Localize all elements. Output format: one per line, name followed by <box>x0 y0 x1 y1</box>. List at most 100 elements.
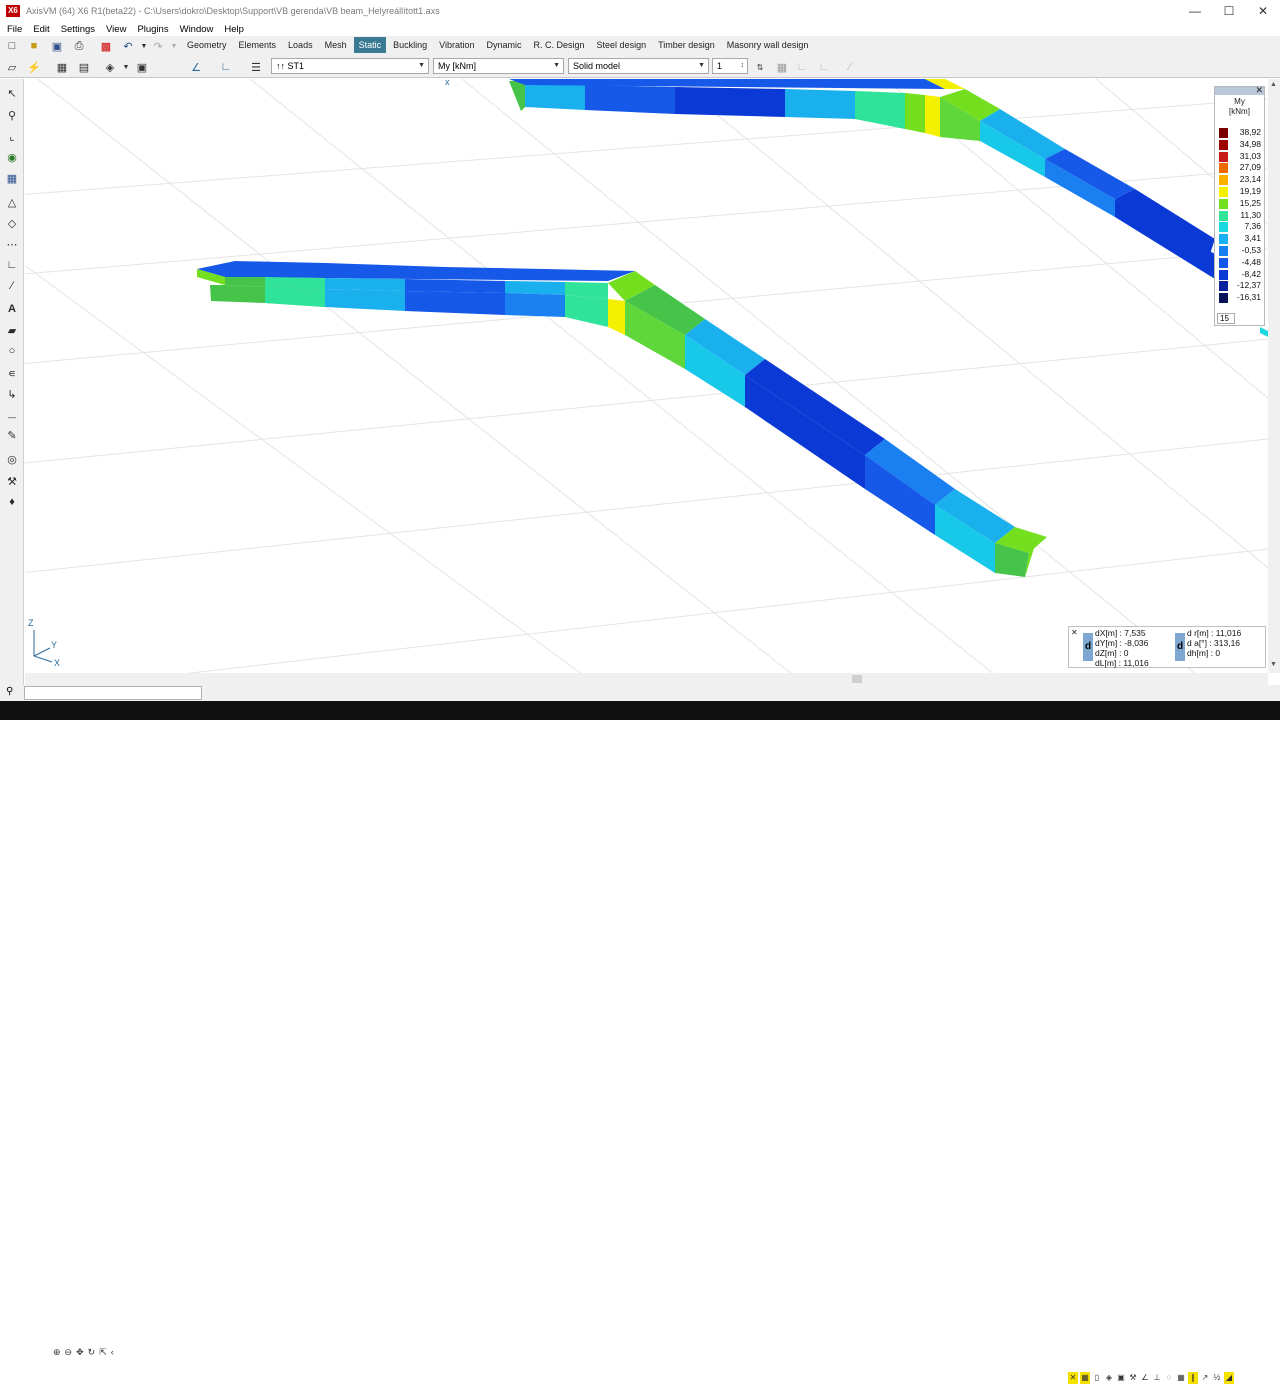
snap-x-icon[interactable]: ✕ <box>1068 1372 1078 1384</box>
zoom-in-icon[interactable]: ⊕ <box>53 1347 61 1358</box>
menu-plugins[interactable]: Plugins <box>137 24 168 35</box>
menu-window[interactable]: Window <box>180 24 214 35</box>
grid-icon[interactable]: ⋯ <box>4 236 20 252</box>
legend-close-icon[interactable]: ✕ <box>1255 85 1263 96</box>
report-icon[interactable]: ▤ <box>76 59 92 75</box>
dimension-icon[interactable]: ∟ <box>4 257 20 273</box>
display-options-icon[interactable]: ◈ <box>102 59 118 75</box>
menu-view[interactable]: View <box>106 24 126 35</box>
print-icon[interactable]: ⎙ <box>71 38 87 54</box>
snap-parallel-icon[interactable]: ∥ <box>1188 1372 1198 1384</box>
snap-corner-icon[interactable]: ◢ <box>1224 1372 1234 1384</box>
wrench-icon[interactable]: ⚒ <box>4 473 20 489</box>
pdf-export-icon[interactable]: ▩ <box>98 38 114 54</box>
snap-node-icon[interactable]: ◈ <box>1104 1372 1114 1384</box>
model-viewport[interactable]: x <box>25 79 1268 673</box>
tab-geometry[interactable]: Geometry <box>182 37 232 53</box>
animation-icon[interactable]: ▦ <box>774 59 790 75</box>
section-plane-icon[interactable]: ∟ <box>816 59 832 75</box>
search-icon[interactable]: ⚲ <box>6 686 13 697</box>
table-icon[interactable]: ▦ <box>54 59 70 75</box>
layer-icon[interactable]: ▱ <box>4 59 20 75</box>
tab-dynamic[interactable]: Dynamic <box>482 37 527 53</box>
rotate-view-icon[interactable]: ◉ <box>4 149 20 165</box>
loadcase-select[interactable]: ↑↑ ST1 ▼ <box>271 58 429 74</box>
menu-settings[interactable]: Settings <box>61 24 95 35</box>
min-max-icon[interactable]: ⇅ <box>752 59 768 75</box>
tab-elements[interactable]: Elements <box>234 37 282 53</box>
tab-timber-design[interactable]: Timber design <box>653 37 720 53</box>
new-file-icon[interactable]: □ <box>4 38 20 54</box>
fit-icon[interactable]: ⇱ <box>99 1347 107 1358</box>
label-icon[interactable]: ▰ <box>4 322 20 338</box>
redo-dropdown-icon[interactable]: ▼ <box>166 38 182 54</box>
tab-rc-design[interactable]: R. C. Design <box>529 37 590 53</box>
layers-icon[interactable]: ▦ <box>4 170 20 186</box>
snap-grid-icon[interactable]: ▦ <box>1080 1372 1090 1384</box>
display-options-dropdown-icon[interactable]: ▼ <box>118 59 134 75</box>
info-icon[interactable]: ♦ <box>4 494 20 510</box>
pointer-icon[interactable]: ↖ <box>4 85 20 101</box>
tab-masonry-wall-design[interactable]: Masonry wall design <box>722 37 814 53</box>
vertical-scrollbar[interactable]: ▲ ▼ <box>1268 79 1280 673</box>
tab-mesh[interactable]: Mesh <box>320 37 352 53</box>
redo-icon[interactable]: ↷ <box>150 38 166 54</box>
pencil-icon[interactable]: ✎ <box>4 427 20 443</box>
scroll-up-icon[interactable]: ▲ <box>1270 81 1277 88</box>
section-line-icon[interactable]: ∟ <box>794 59 810 75</box>
measure-icon[interactable]: ∕ <box>4 278 20 294</box>
legend-step-field[interactable]: 15 <box>1217 313 1235 324</box>
tab-loads[interactable]: Loads <box>283 37 318 53</box>
scroll-left-icon[interactable]: ‹ <box>111 1347 114 1358</box>
binoculars-icon[interactable]: ◎ <box>4 451 20 467</box>
connect-icon[interactable]: ↳ <box>4 386 20 402</box>
list-icon[interactable]: ☰ <box>248 59 264 75</box>
snap-arrow-icon[interactable]: ↗ <box>1200 1372 1210 1384</box>
segment-icon[interactable]: ∕ <box>842 59 858 75</box>
component-select[interactable]: My [kNm] ▼ <box>433 58 564 74</box>
menu-file[interactable]: File <box>7 24 22 35</box>
snap-page-icon[interactable]: ▯ <box>1092 1372 1102 1384</box>
scale-spinner[interactable]: 1 ↕ <box>712 58 748 74</box>
open-folder-icon[interactable]: ■ <box>26 38 42 54</box>
tab-buckling[interactable]: Buckling <box>388 37 432 53</box>
snap-table-icon[interactable]: ▦ <box>1176 1372 1186 1384</box>
horizontal-scrollbar[interactable]: ⊕ ⊖ ✥ ↻ ⇱ ‹ <box>25 673 1268 1357</box>
snap-angle-icon[interactable]: ∠ <box>1140 1372 1150 1384</box>
snap-line-icon[interactable]: ▣ <box>1116 1372 1126 1384</box>
color-legend[interactable]: ✕ My [kNm] 38,92 34,98 31,03 27,09 23,14 19,1… <box>1214 85 1265 326</box>
minimize-button[interactable]: — <box>1178 0 1212 22</box>
snap-midpoint-icon[interactable]: ◌ <box>1164 1372 1174 1384</box>
diagram-icon[interactable]: ∠ <box>188 59 204 75</box>
diagram-sections-icon[interactable]: ∟ <box>218 59 234 75</box>
perspective-icon[interactable]: △ <box>4 194 20 210</box>
model-canvas[interactable]: x <box>25 79 1268 673</box>
calculate-icon[interactable]: ⚡ <box>26 59 42 75</box>
tab-static[interactable]: Static <box>353 37 387 53</box>
snap-tools-icon[interactable]: ⚒ <box>1128 1372 1138 1384</box>
text-icon[interactable]: A <box>4 301 20 317</box>
pan-icon[interactable]: ✥ <box>76 1347 84 1358</box>
axis-icon[interactable]: ⌞ <box>4 128 20 144</box>
beam-lower[interactable] <box>197 261 1047 577</box>
menu-help[interactable]: Help <box>224 24 244 35</box>
transform-icon[interactable]: ○ <box>4 343 20 359</box>
section-icon[interactable]: ∊ <box>4 365 20 381</box>
snap-perp-icon[interactable]: ⊥ <box>1152 1372 1162 1384</box>
view-icon[interactable]: ▣ <box>134 59 150 75</box>
save-icon[interactable]: ▣ <box>49 38 65 54</box>
scroll-down-icon[interactable]: ▼ <box>1270 661 1277 668</box>
scroll-thumb[interactable] <box>852 675 862 683</box>
undo-icon[interactable]: ↶ <box>120 38 136 54</box>
snap-scale-icon[interactable]: ½ <box>1212 1372 1222 1384</box>
tab-steel-design[interactable]: Steel design <box>592 37 652 53</box>
zoom-out-icon[interactable]: ⊖ <box>65 1347 73 1358</box>
node-icon[interactable]: ◇ <box>4 215 20 231</box>
command-input[interactable] <box>24 686 202 700</box>
menu-edit[interactable]: Edit <box>33 24 49 35</box>
close-button[interactable]: ✕ <box>1246 0 1280 22</box>
rotate-icon[interactable]: ↻ <box>88 1347 96 1358</box>
display-mode-select[interactable]: Solid model ▼ <box>568 58 709 74</box>
maximize-button[interactable]: ☐ <box>1212 0 1246 22</box>
tab-vibration[interactable]: Vibration <box>434 37 479 53</box>
